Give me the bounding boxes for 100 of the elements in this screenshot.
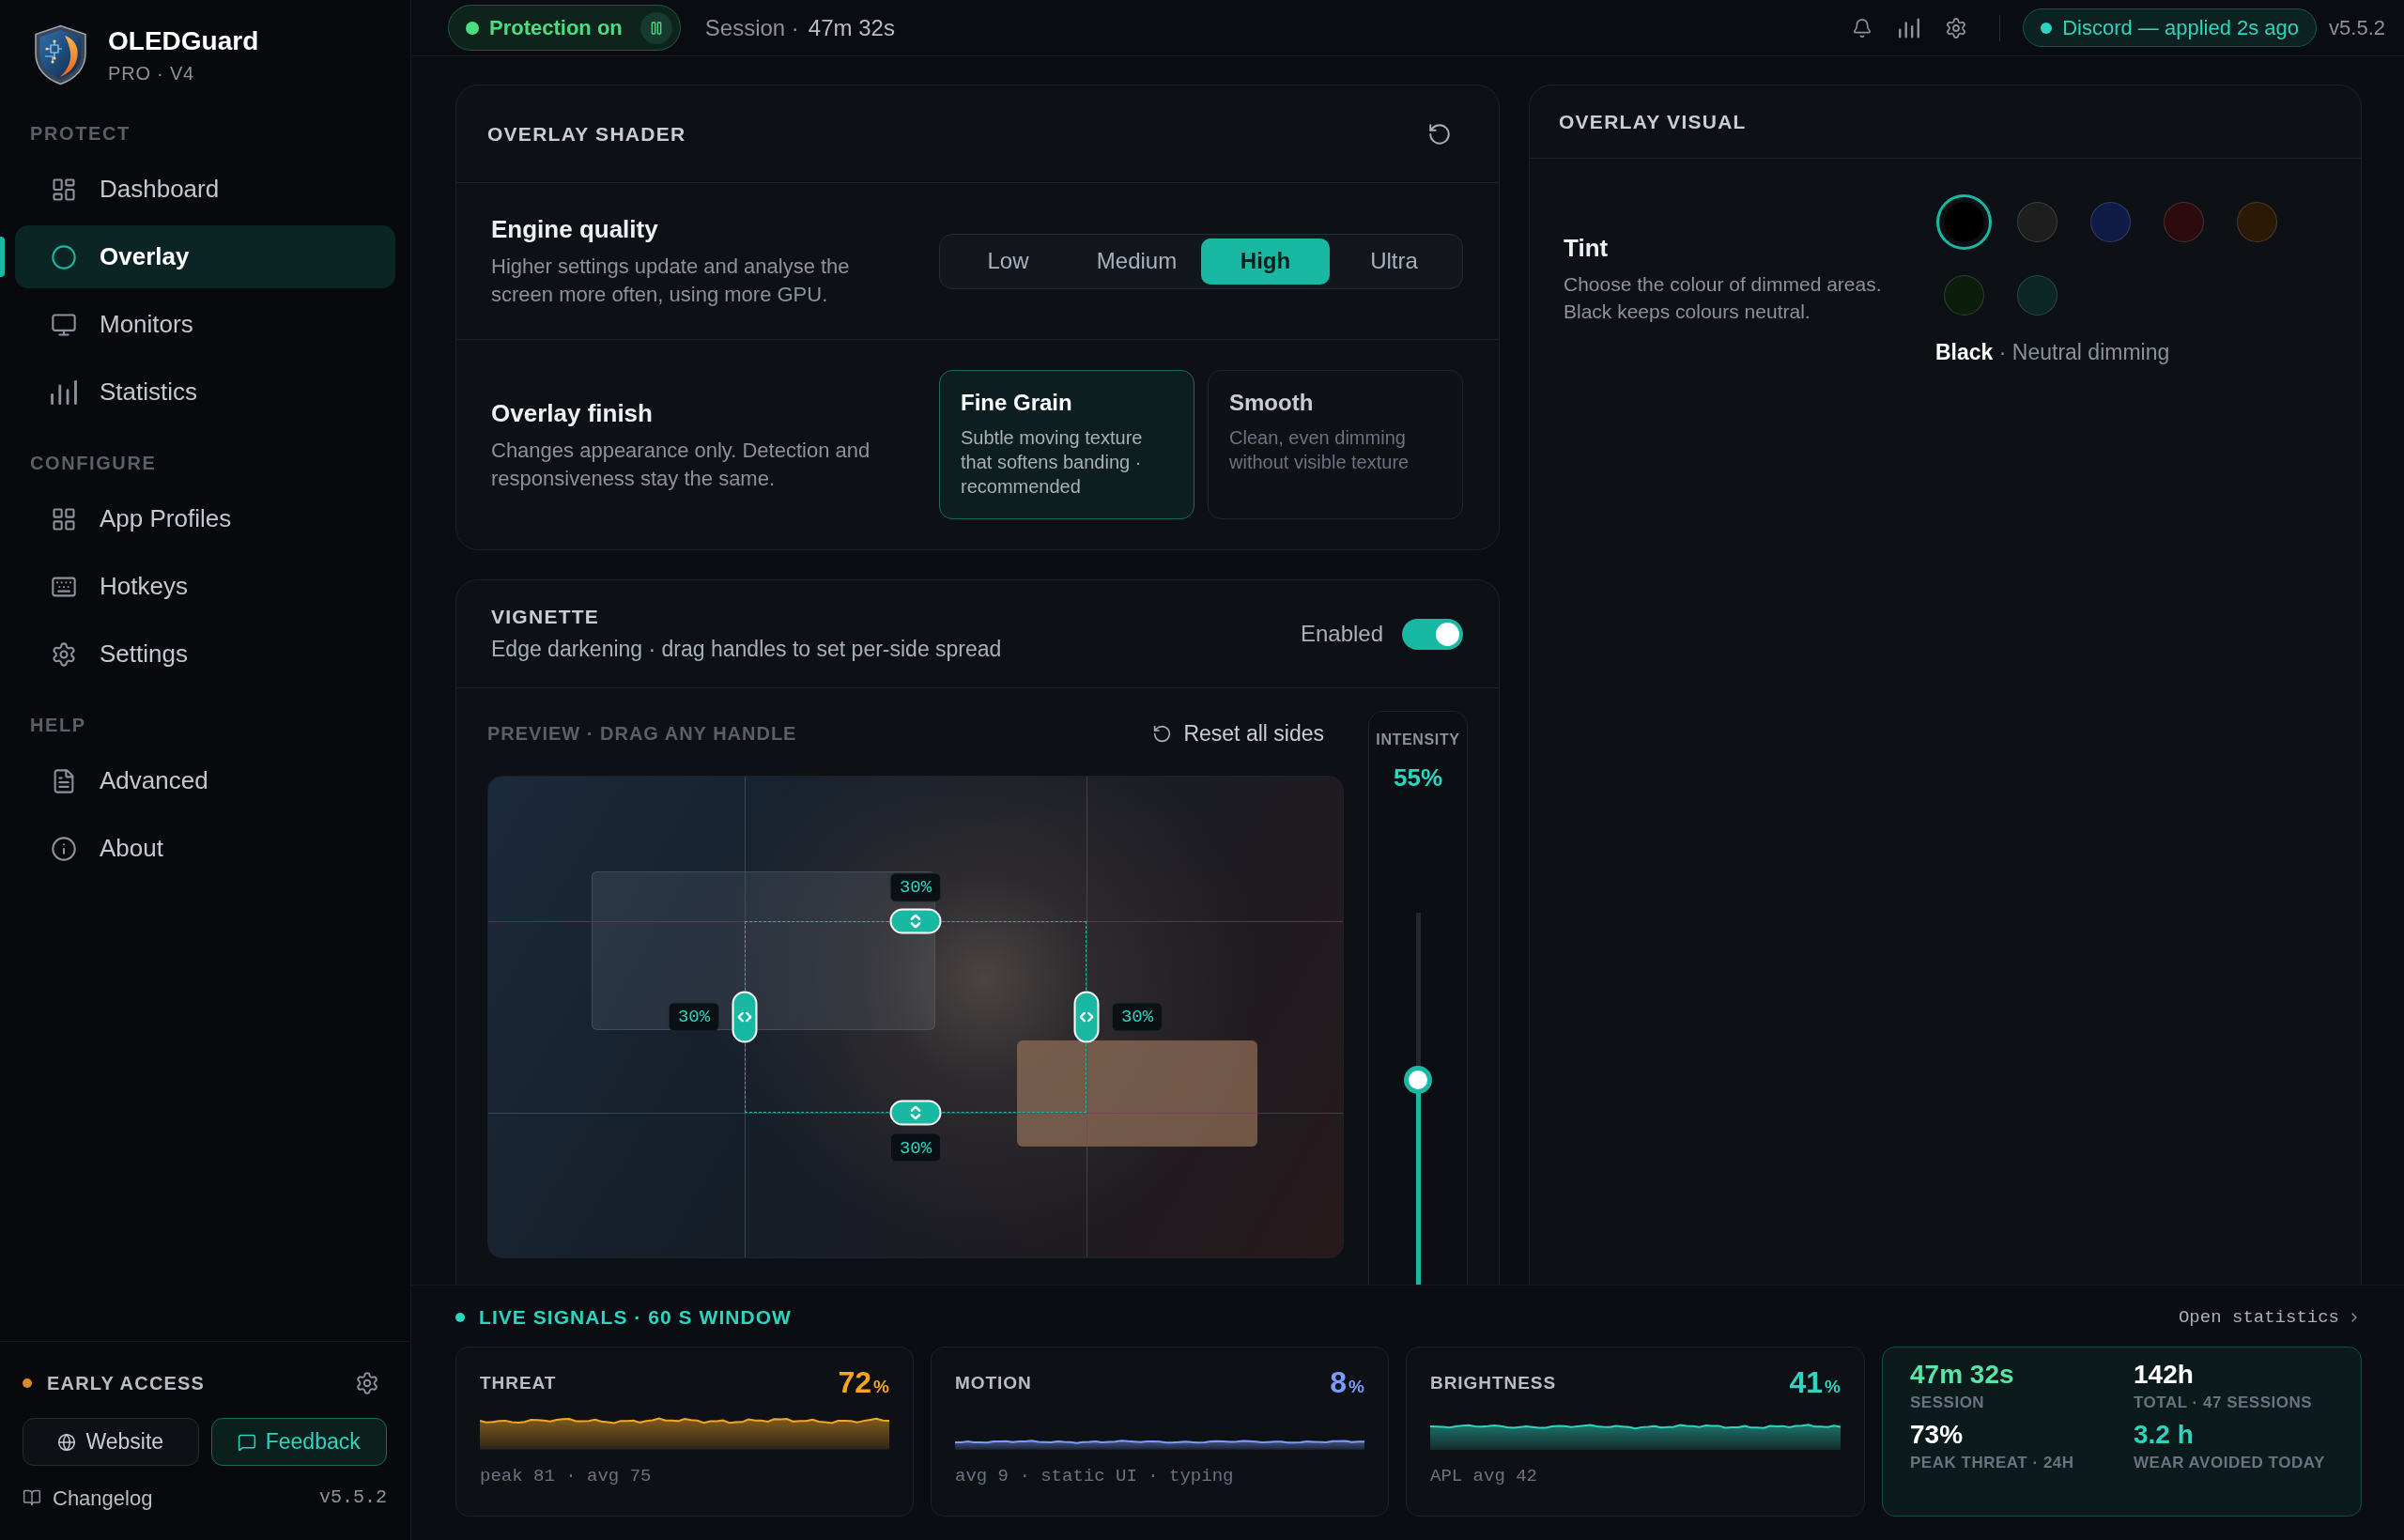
drag-handle[interactable] [1073,991,1100,1043]
dashboard-icon [51,176,77,203]
shield-logo-icon [34,24,87,85]
website-button[interactable]: Website [23,1418,199,1466]
section-heading: CONFIGURE [29,452,158,474]
info-icon [51,835,77,862]
tint-selection: Black · Neutral dimming [1934,339,2171,365]
signal-details: peak 81 · avg 75 [480,1465,653,1487]
stat-label: TOTAL · 47 SESSIONS [2134,1393,2314,1413]
signal-details: avg 9 · static UI · typing [955,1465,1235,1487]
setting-description: Choose the colour of dimmed areas. Black keeps colours neutral. [1564,272,1883,324]
quality-option[interactable]: Ultra [1330,238,1458,285]
signal-value: 72 [838,1365,872,1398]
setting-title: Overlay finish [491,397,654,429]
panel-title: LIVE SIGNALS · 60 S WINDOW [479,1305,792,1331]
stat-value: 3.2 h [2134,1420,2195,1450]
spread-value: 30% [668,1002,720,1032]
setting-description: Higher settings update and analyse the screen more often, using more GPU. [491,254,851,308]
setting-title: Tint [1564,233,1610,263]
drag-handle[interactable] [889,908,942,934]
intensity-label: INTENSITY [1376,731,1460,749]
signal-name: MOTION [955,1371,1032,1394]
toggle-switch[interactable] [1402,618,1463,650]
drag-handle[interactable] [732,991,758,1043]
spread-value: 30% [1111,1002,1163,1032]
pause-button[interactable] [640,11,672,44]
signal-value: 8 [1330,1365,1348,1398]
circular-arrow-icon [1152,723,1173,744]
app-status-text: Discord — applied 2s ago [2062,15,2300,41]
section-heading: PROTECT [29,122,131,145]
nav-item[interactable]: Monitors [15,293,395,356]
setting-title: Engine quality [491,214,659,245]
quality-option[interactable]: High [1201,238,1330,285]
drag-handle[interactable] [889,1100,942,1126]
card-title: OVERLAY SHADER [487,121,686,146]
signal-name: BRIGHTNESS [1430,1371,1557,1394]
signal-value: 41 [1789,1365,1824,1398]
spread-value: 30% [889,1132,942,1163]
stat-label: WEAR AVOIDED TODAY [2134,1453,2326,1473]
stat-value: 47m 32s [1910,1360,2015,1390]
stat-value: 73% [1910,1420,1965,1450]
nav-item[interactable]: Dashboard [15,158,395,221]
setting-description: Changes appearance only. Detection and responsiveness stay the same. [491,437,871,492]
left-right-chevrons-icon [737,1011,752,1023]
finish-option-card[interactable]: Fine Grain Subtle moving texture that softens banding · recommended [939,370,1194,519]
version-label: v5.5.2 [319,1486,387,1510]
nav-item[interactable]: App Profiles [15,487,395,550]
monitor-icon [51,311,77,338]
version-label: v5.5.2 [2329,15,2385,41]
card-title: OVERLAY VISUAL [1559,109,1747,134]
left-right-chevrons-icon [1079,1011,1094,1023]
intensity-value: 55% [1393,762,1442,793]
circle-icon [51,243,77,270]
card-subtitle: Edge darkening · drag handles to set per-side spread [491,636,1002,663]
quality-option[interactable]: Low [944,238,1072,285]
bar-chart-icon [51,378,77,406]
app-edition: PRO · V4 [108,61,195,85]
value-unit: % [873,1375,889,1398]
nav-item[interactable]: Settings [15,623,395,685]
settings-icon [51,640,77,668]
early-access-label: EARLY ACCESS [47,1372,206,1395]
settings-icon[interactable] [355,1371,379,1395]
grid-icon [51,505,77,532]
open-statistics-link[interactable]: Open statistics [2178,1303,2362,1332]
nav-item[interactable]: Statistics [15,361,395,424]
app-name: OLEDGuard [108,24,259,57]
preview-heading: PREVIEW · DRAG ANY HANDLE [487,722,797,746]
book-icon [23,1488,41,1507]
bell-icon[interactable] [1852,17,1873,38]
globe-icon [57,1432,77,1452]
protection-label: Protection on [489,15,623,41]
stat-label: PEAK THREAT · 24H [1910,1453,2075,1473]
changelog-link[interactable]: Changelog [23,1482,153,1514]
signal-details: APL avg 42 [1430,1465,1539,1487]
nav-item[interactable]: About [15,817,395,880]
bar-chart-icon[interactable] [1899,17,1920,38]
section-heading: HELP [29,714,87,736]
value-unit: % [1348,1375,1364,1398]
spread-value: 30% [889,872,942,902]
stat-value: 142h [2134,1360,2195,1390]
session-label: Session · [704,13,799,42]
signal-name: THREAT [480,1371,557,1394]
stat-label: SESSION [1910,1393,1986,1413]
finish-option-card[interactable]: Smooth Clean, even dimming without visible texture [1208,370,1463,519]
up-down-chevrons-icon [910,1105,921,1120]
slider-thumb[interactable] [1404,1066,1432,1095]
chat-bubble-icon [237,1432,256,1452]
session-time: 47m 32s [808,13,895,42]
feedback-button[interactable]: Feedback [210,1418,387,1466]
nav-item[interactable]: Hotkeys [15,555,395,618]
nav-item[interactable]: Advanced [15,749,395,812]
value-unit: % [1825,1375,1841,1398]
settings-icon[interactable] [1945,16,1968,39]
up-down-chevrons-icon [910,914,921,929]
circular-arrow-icon[interactable] [1427,121,1452,146]
card-title: VIGNETTE [491,605,601,629]
nav-item[interactable]: Overlay [15,225,395,288]
toggle-label: Enabled [1300,620,1383,648]
reset-sides-button[interactable]: Reset all sides [1152,716,1324,750]
quality-option[interactable]: Medium [1072,238,1201,285]
